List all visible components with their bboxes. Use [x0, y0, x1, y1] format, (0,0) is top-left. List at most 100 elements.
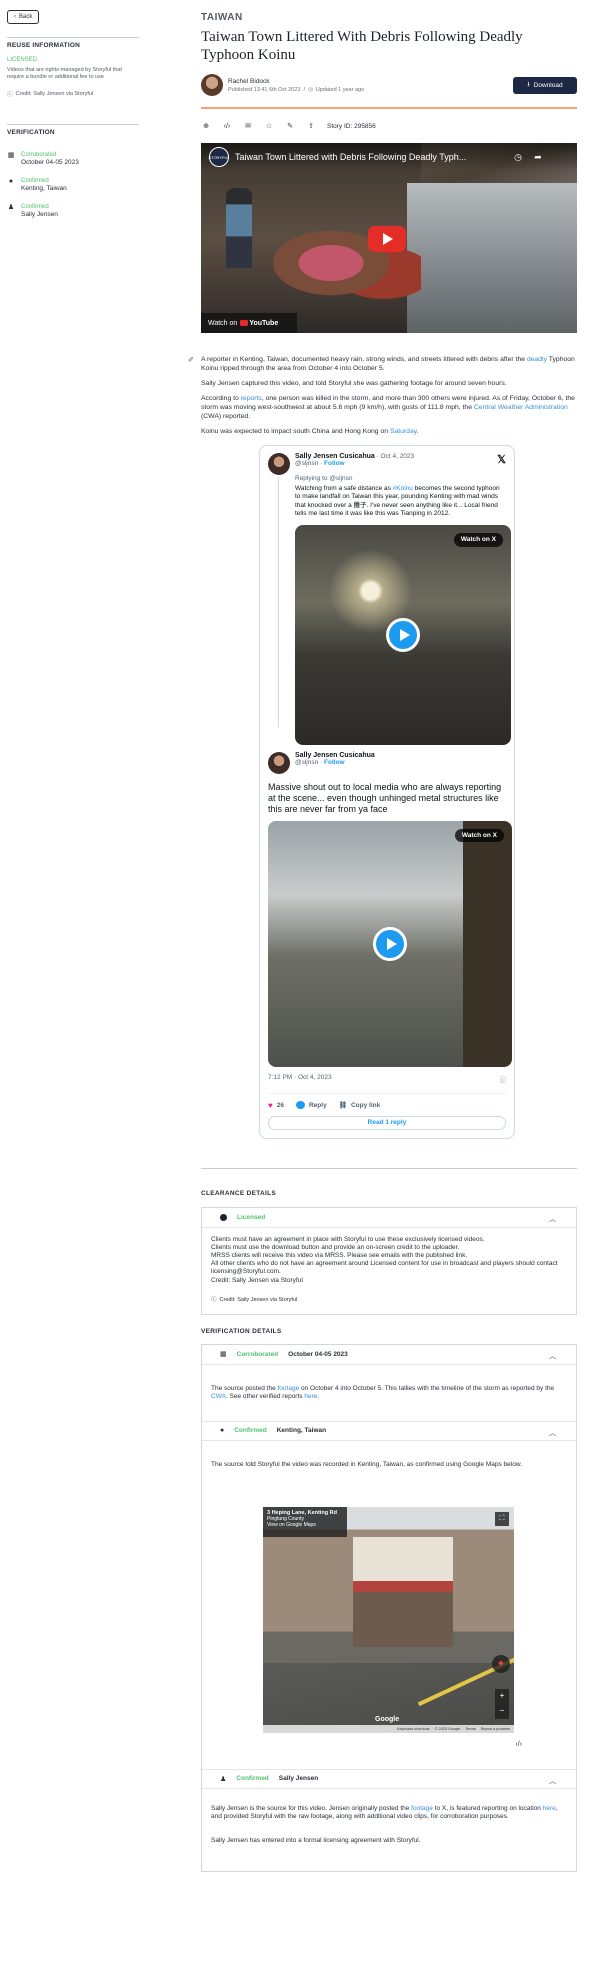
- reply-button[interactable]: Reply: [295, 1101, 327, 1109]
- video-title[interactable]: Taiwan Town Littered with Debris Followi…: [235, 152, 505, 162]
- tweet-video-2[interactable]: Watch on X: [268, 820, 512, 1067]
- info-icon[interactable]: ⓘ: [500, 1074, 507, 1084]
- tweet-actions: ♥ 26 Reply ⛓ Copy link: [268, 1092, 506, 1110]
- email-icon[interactable]: ✉: [243, 121, 253, 131]
- video-player[interactable]: STORYFUL Taiwan Town Littered with Debri…: [201, 143, 577, 333]
- follow-button[interactable]: Follow: [324, 759, 345, 766]
- tweet-author[interactable]: Sally Jensen Cusicahua: [295, 453, 375, 460]
- download-icon: ⭳: [527, 81, 530, 88]
- verification-details-heading: VERIFICATION DETAILS: [201, 1327, 282, 1335]
- embed-code-icon[interactable]: ‹/›: [222, 121, 232, 131]
- updated-date: Updated 1 year ago: [315, 86, 365, 93]
- watch-on-youtube[interactable]: Watch on YouTube: [201, 313, 297, 333]
- clearance-status: Licensed: [237, 1213, 266, 1221]
- channel-logo[interactable]: STORYFUL: [208, 147, 230, 167]
- replying-to[interactable]: Replying to @sljnsn: [295, 475, 506, 484]
- read-reply-button[interactable]: Read 1 reply: [268, 1115, 506, 1130]
- note-icon[interactable]: ✐: [188, 356, 194, 365]
- here-link[interactable]: here: [543, 1805, 556, 1812]
- chevron-up-icon[interactable]: ︿: [549, 1351, 556, 1361]
- verification-source: ♟ Confirmed Sally Jensen: [7, 203, 139, 219]
- tweet-video-1[interactable]: Watch on X: [295, 524, 511, 745]
- tweet-author[interactable]: Sally Jensen Cusicahua: [295, 752, 375, 759]
- video-frame-street: [407, 183, 577, 333]
- credit-line: ⓒ Credit: Sally Jensen via Storyful: [7, 90, 139, 98]
- orange-divider: [201, 107, 577, 109]
- license-label: LICENSED: [7, 57, 38, 63]
- chevron-up-icon[interactable]: ︿: [549, 1428, 556, 1438]
- tweet-header: Sally Jensen Cusicahua · Oct 4, 2023 @sl…: [268, 453, 506, 475]
- tweet-avatar[interactable]: [268, 453, 290, 475]
- terms-link[interactable]: Terms: [465, 1725, 475, 1733]
- here-link[interactable]: here: [304, 1393, 317, 1400]
- share-icon[interactable]: ⇪: [306, 121, 316, 131]
- source-status: Confirmed: [236, 1775, 269, 1783]
- fullscreen-icon[interactable]: ⛶: [495, 1511, 509, 1526]
- tweet-handle[interactable]: @sljnsn: [295, 460, 318, 467]
- like-button[interactable]: ♥ 26: [268, 1101, 284, 1110]
- report-problem-link[interactable]: Report a problem: [481, 1725, 510, 1733]
- follow-button[interactable]: Follow: [324, 460, 345, 467]
- add-icon[interactable]: ⊕: [201, 121, 211, 131]
- tweet-date[interactable]: · Oct 4, 2023: [377, 453, 415, 460]
- compass-icon[interactable]: ◆: [492, 1654, 510, 1673]
- chevron-up-icon[interactable]: ︿: [549, 1214, 556, 1224]
- hashtag-link[interactable]: #Koinu: [393, 485, 413, 492]
- watch-on-x-button[interactable]: Watch on X: [453, 532, 503, 547]
- cwa-link[interactable]: CWA: [211, 1393, 226, 1400]
- clearance-line: Clients must use the download button and…: [211, 1243, 460, 1251]
- tweet-header-2: Sally Jensen Cusicahua @sljnsn · Follow: [268, 751, 506, 774]
- back-button[interactable]: ‹ Back: [7, 10, 40, 24]
- deadly-link[interactable]: deadly: [527, 356, 547, 363]
- reuse-heading: REUSE INFORMATION: [7, 42, 80, 49]
- download-button[interactable]: ⭳ Download: [513, 77, 577, 94]
- tweet-play-button[interactable]: [386, 617, 420, 652]
- tweet-play-button[interactable]: [373, 926, 407, 961]
- cwa-link[interactable]: Central Weather Administration: [474, 404, 568, 411]
- zoom-out-icon[interactable]: −: [500, 1707, 505, 1715]
- location-panel-header[interactable]: ● Confirmed Kenting, Taiwan ︿: [202, 1420, 576, 1441]
- map-copyright: © 2023 Google: [434, 1726, 461, 1731]
- star-icon[interactable]: ☆: [264, 121, 274, 131]
- clearance-panel-header[interactable]: Licensed ︿: [202, 1208, 576, 1228]
- article-body: ✐ A reporter in Kenting, Taiwan, documen…: [188, 355, 577, 436]
- google-logo: Google: [375, 1715, 400, 1723]
- clearance-line: MRSS clients will receive this video via…: [211, 1251, 468, 1259]
- tweet-avatar[interactable]: [268, 751, 290, 774]
- story-title: Taiwan Town Littered With Debris Followi…: [201, 29, 523, 63]
- source-body: Sally Jensen is the source for this vide…: [202, 1789, 576, 1871]
- youtube-logo: YouTube: [240, 320, 278, 327]
- view-on-google-maps-link[interactable]: View on Google Maps: [267, 1522, 343, 1528]
- watch-on-x-button[interactable]: Watch on X: [454, 828, 504, 842]
- clearance-panel: Licensed ︿ Clients must have an agreemen…: [201, 1206, 577, 1315]
- keyboard-shortcuts-link[interactable]: Keyboard shortcuts: [397, 1725, 430, 1733]
- watch-later-icon[interactable]: ◷: [511, 152, 525, 163]
- article-paragraph: According to reports, one person was kil…: [201, 395, 575, 420]
- x-logo-icon[interactable]: 𝕏: [497, 453, 506, 466]
- date-panel-header[interactable]: ▦ Corroborated October 04-05 2023 ︿: [202, 1345, 576, 1365]
- saturday-link[interactable]: Saturday: [390, 428, 417, 435]
- reports-link[interactable]: reports: [241, 395, 262, 402]
- source-panel-header[interactable]: ♟ Confirmed Sally Jensen ︿: [202, 1768, 576, 1789]
- play-icon: [399, 628, 410, 641]
- footage-link[interactable]: footage: [278, 1385, 300, 1392]
- footage-link[interactable]: footage: [411, 1805, 433, 1812]
- copy-link-button[interactable]: ⛓ Copy link: [339, 1101, 381, 1110]
- source-value: Sally Jensen: [278, 1775, 319, 1783]
- zoom-in-icon[interactable]: +: [500, 1692, 505, 1700]
- location-status: Confirmed: [234, 1427, 267, 1435]
- embedded-tweet[interactable]: Sally Jensen Cusicahua · Oct 4, 2023 @sl…: [259, 445, 515, 1139]
- verification-panel: ▦ Corroborated October 04-05 2023 ︿ The …: [201, 1343, 577, 1872]
- share-arrow-icon[interactable]: ➦: [531, 152, 545, 163]
- tweet-handle[interactable]: @sljnsn: [295, 759, 318, 766]
- verification-status: Confirmed: [21, 178, 49, 184]
- tweet-timestamp[interactable]: 7:12 PM · Oct 4, 2023: [268, 1074, 332, 1084]
- chevron-up-icon[interactable]: ︿: [549, 1776, 556, 1786]
- play-button[interactable]: [368, 226, 406, 252]
- source-text: Sally Jensen is the source for this vide…: [211, 1804, 558, 1820]
- back-button-label: Back: [19, 14, 33, 20]
- date-status: Corroborated: [236, 1350, 279, 1358]
- edit-icon[interactable]: ✎: [285, 121, 295, 131]
- embed-code-icon[interactable]: ‹/›: [211, 1741, 566, 1749]
- street-view-map[interactable]: 3 Heping Lane, Kenting Rd Pingtung Count…: [263, 1506, 514, 1733]
